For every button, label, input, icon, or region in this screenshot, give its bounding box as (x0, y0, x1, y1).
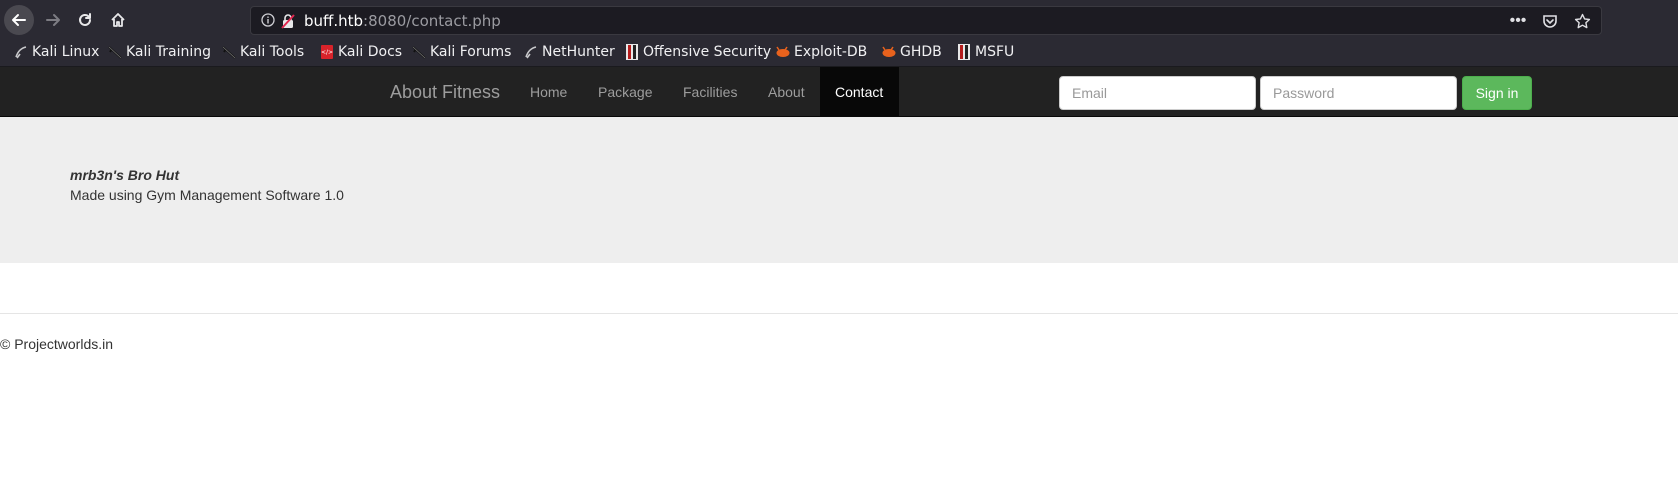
bookmark-label: NetHunter (542, 44, 615, 60)
home-icon[interactable] (103, 5, 133, 35)
bookmark-kali-linux[interactable]: Kali Linux (14, 44, 99, 60)
kali-dragon-icon (222, 45, 236, 59)
kali-dragon-icon (412, 45, 426, 59)
back-arrow-icon[interactable] (4, 5, 34, 35)
url-bar[interactable]: buff.htb:8080/contact.php ••• (250, 6, 1602, 35)
sign-in-button[interactable]: Sign in (1462, 76, 1532, 110)
bookmark-label: Exploit-DB (794, 44, 868, 60)
bookmark-kali-tools[interactable]: Kali Tools (222, 44, 304, 60)
email-field[interactable] (1059, 76, 1256, 110)
bookmark-star-icon[interactable] (1573, 11, 1591, 31)
kali-docs-icon: </> (320, 45, 334, 59)
offsec-icon (957, 44, 971, 60)
url-host: buff.htb (304, 12, 364, 30)
browser-toolbar: buff.htb:8080/contact.php ••• (0, 0, 1678, 40)
forward-arrow-icon[interactable] (38, 5, 68, 35)
bookmark-label: Offensive Security (643, 44, 772, 60)
bookmark-exploit-db[interactable]: Exploit-DB (776, 44, 867, 60)
kali-dragon-icon (524, 45, 538, 59)
footer-divider (0, 313, 1678, 314)
page-subtitle: Made using Gym Management Software 1.0 (70, 187, 344, 203)
footer-copyright: © Projectworlds.in (0, 336, 114, 352)
insecure-lock-icon[interactable] (281, 13, 295, 34)
page-actions-icon[interactable]: ••• (1509, 11, 1527, 31)
url-path: :8080/contact.php (363, 12, 501, 30)
bookmark-offensive-security[interactable]: Offensive Security (625, 44, 771, 60)
nav-link-contact[interactable]: Contact (820, 67, 899, 117)
kali-dragon-icon (108, 45, 122, 59)
bookmark-label: GHDB (900, 44, 942, 60)
nav-link-about[interactable]: About (753, 67, 820, 117)
bookmark-nethunter[interactable]: NetHunter (524, 44, 615, 60)
info-icon[interactable] (261, 13, 275, 32)
bookmark-kali-docs[interactable]: </> Kali Docs (320, 44, 402, 60)
bookmark-msfu[interactable]: MSFU (957, 44, 1014, 60)
exploitdb-icon (882, 45, 896, 59)
bookmarks-toolbar: Kali Linux Kali Training Kali Tools </> … (0, 40, 1678, 67)
site-navbar: About Fitness Home Package Facilities Ab… (0, 67, 1678, 117)
bookmark-kali-forums[interactable]: Kali Forums (412, 44, 511, 60)
reload-icon[interactable] (70, 5, 100, 35)
navbar-brand[interactable]: About Fitness (390, 82, 500, 103)
jumbotron: mrb3n's Bro Hut Made using Gym Managemen… (0, 117, 1678, 263)
bookmark-ghdb[interactable]: GHDB (882, 44, 942, 60)
url-text[interactable]: buff.htb:8080/contact.php (304, 12, 501, 30)
bookmark-kali-training[interactable]: Kali Training (108, 44, 211, 60)
bookmark-label: Kali Training (126, 44, 211, 60)
page-title: mrb3n's Bro Hut (70, 167, 180, 183)
kali-dragon-icon (14, 45, 28, 59)
nav-link-package[interactable]: Package (583, 67, 667, 117)
password-field[interactable] (1260, 76, 1457, 110)
offsec-icon (625, 44, 639, 60)
bookmark-label: Kali Docs (338, 44, 403, 60)
svg-text:</>: </> (321, 49, 333, 56)
bookmark-label: Kali Forums (430, 44, 512, 60)
exploitdb-icon (776, 45, 790, 59)
bookmark-label: Kali Tools (240, 44, 305, 60)
bookmark-label: Kali Linux (32, 44, 100, 60)
nav-link-home[interactable]: Home (515, 67, 582, 117)
bookmark-label: MSFU (975, 44, 1015, 60)
pocket-icon[interactable] (1541, 11, 1559, 31)
nav-link-facilities[interactable]: Facilities (668, 67, 752, 117)
